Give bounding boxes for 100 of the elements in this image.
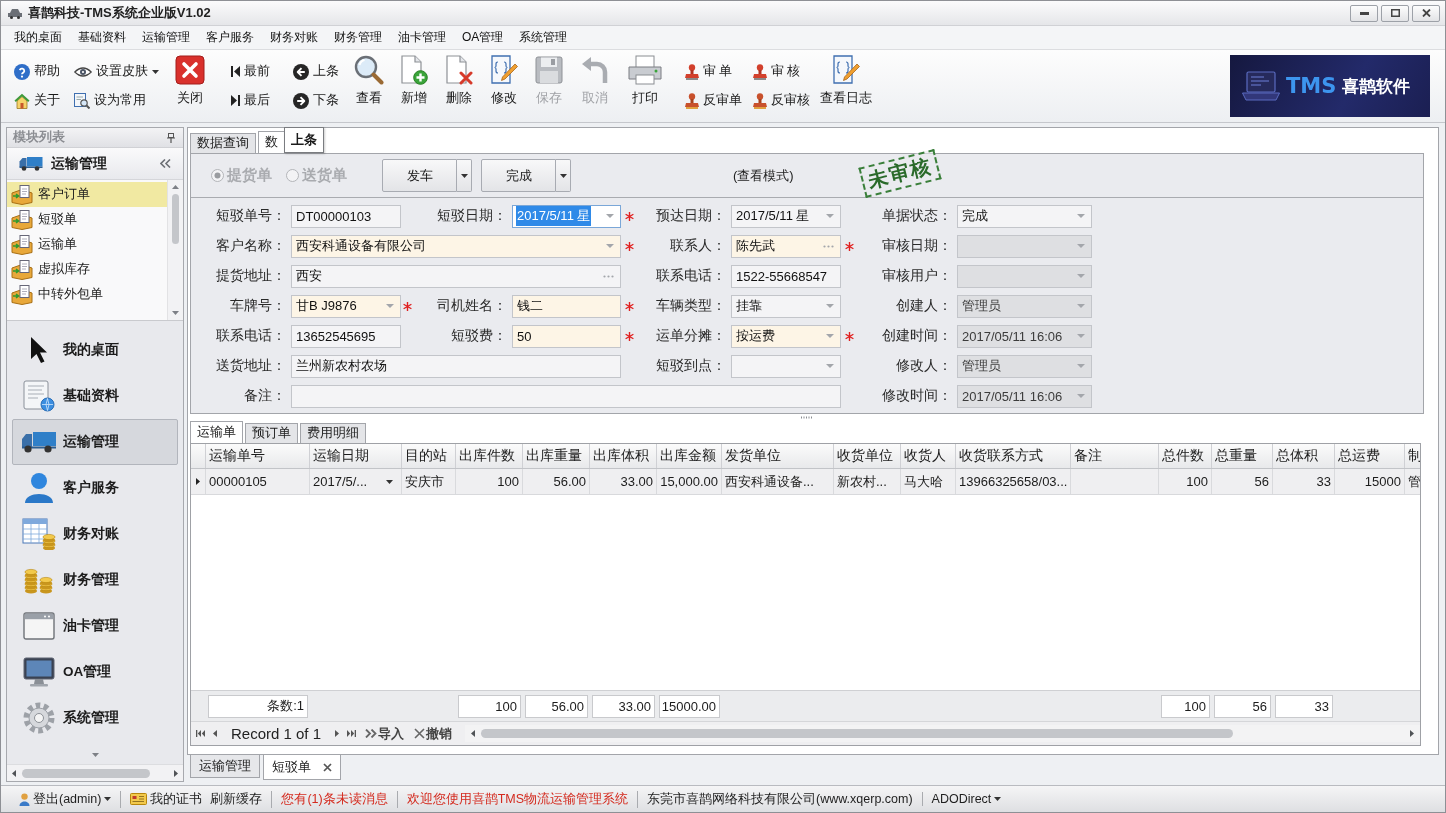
scrollbar-thumb[interactable] bbox=[22, 768, 150, 778]
toolbar-button[interactable]: 帮助 bbox=[13, 58, 61, 85]
horizontal-scrollbar[interactable] bbox=[465, 725, 1420, 742]
tab[interactable]: 运输管理 bbox=[190, 755, 260, 778]
column-header[interactable]: 总体积 bbox=[1273, 444, 1335, 468]
nav-item[interactable]: 油卡管理 bbox=[12, 603, 178, 649]
column-header[interactable]: 目的站 bbox=[402, 444, 456, 468]
column-header[interactable]: 运输日期 bbox=[310, 444, 402, 468]
menu-item[interactable]: 基础资料 bbox=[70, 26, 134, 49]
navigator-button[interactable]: 撤销 bbox=[413, 724, 454, 743]
menu-item[interactable]: 我的桌面 bbox=[6, 26, 70, 49]
dropdown-button[interactable] bbox=[556, 159, 571, 192]
first-record-icon[interactable] bbox=[196, 730, 205, 737]
toolbar-button[interactable]: 查看 bbox=[352, 54, 385, 109]
menu-item[interactable]: OA管理 bbox=[454, 26, 512, 49]
lookup-field[interactable]: 陈先武 bbox=[731, 234, 841, 258]
maximize-button[interactable] bbox=[1381, 4, 1409, 22]
minimize-button[interactable] bbox=[1350, 4, 1378, 22]
splitter-grip-icon[interactable] bbox=[800, 416, 814, 419]
tab[interactable]: 预订单 bbox=[245, 423, 298, 443]
text-field[interactable]: 兰州新农村农场 bbox=[291, 354, 621, 378]
dropdown-field[interactable]: 西安科通设备有限公司 bbox=[291, 234, 621, 258]
horizontal-scrollbar[interactable] bbox=[7, 764, 183, 781]
toolbar-button[interactable]: 关于 bbox=[13, 87, 61, 114]
text-field[interactable]: 50 bbox=[512, 324, 621, 348]
close-button[interactable] bbox=[1412, 4, 1440, 22]
toolbar-button[interactable]: 设置皮肤 bbox=[73, 58, 160, 85]
dropdown-field[interactable] bbox=[731, 354, 841, 378]
previous-record-icon[interactable] bbox=[213, 730, 217, 737]
text-field[interactable]: 13652545695 bbox=[291, 324, 401, 348]
lookup-field[interactable]: 西安 bbox=[291, 264, 621, 288]
dropdown-field[interactable]: 挂靠 bbox=[731, 294, 841, 318]
column-header[interactable]: 收货联系方式 bbox=[956, 444, 1071, 468]
menu-item[interactable]: 财务对账 bbox=[262, 26, 326, 49]
module-list-item[interactable]: 运输单 bbox=[7, 232, 167, 257]
column-header[interactable]: 收货单位 bbox=[834, 444, 901, 468]
column-header[interactable]: 总运费 bbox=[1335, 444, 1405, 468]
dropdown-field[interactable]: 完成 bbox=[957, 204, 1092, 228]
certificate-button[interactable]: 我的证书 bbox=[130, 790, 203, 808]
date-editor[interactable]: 2017/5/... bbox=[310, 469, 402, 494]
text-field[interactable]: DT00000103 bbox=[291, 204, 401, 228]
close-icon[interactable] bbox=[323, 762, 332, 772]
column-header[interactable]: 收货人 bbox=[901, 444, 956, 468]
menu-item[interactable]: 客户服务 bbox=[198, 26, 262, 49]
nav-item[interactable]: 财务对账 bbox=[12, 511, 178, 557]
nav-item[interactable]: OA管理 bbox=[12, 649, 178, 695]
column-header[interactable]: 备注 bbox=[1071, 444, 1159, 468]
dropdown-field[interactable]: 按运费 bbox=[731, 324, 841, 348]
nav-item[interactable]: 客户服务 bbox=[12, 465, 178, 511]
toolbar-button[interactable]: 反审核 bbox=[752, 87, 811, 114]
column-header[interactable]: 出库金额 bbox=[657, 444, 722, 468]
toolbar-button[interactable]: 查看日志 bbox=[819, 54, 873, 109]
scrollbar-thumb[interactable] bbox=[481, 729, 1234, 738]
next-record-icon[interactable] bbox=[335, 730, 340, 737]
tab[interactable]: 数 bbox=[258, 131, 285, 153]
dropdown-field[interactable]: 2017/5/11 星 bbox=[731, 204, 841, 228]
text-field[interactable]: 钱二 bbox=[512, 294, 621, 318]
collapse-icon[interactable] bbox=[160, 159, 171, 168]
nav-item[interactable]: 我的桌面 bbox=[12, 327, 178, 373]
connection-menu[interactable]: ADODirect bbox=[931, 792, 1002, 806]
nav-item[interactable]: 系统管理 bbox=[12, 695, 178, 741]
tab[interactable]: 短驳单 bbox=[263, 755, 341, 780]
toolbar-button[interactable]: 审 单 bbox=[684, 58, 734, 85]
notification-link[interactable]: 您有(1)条未读消息 bbox=[281, 790, 388, 808]
menu-item[interactable]: 财务管理 bbox=[326, 26, 390, 49]
column-header[interactable]: 发货单位 bbox=[722, 444, 834, 468]
navigator-button[interactable]: 导入 bbox=[364, 724, 406, 743]
toolbar-button[interactable]: 最后 bbox=[230, 87, 271, 114]
action-button[interactable]: 发车 bbox=[382, 159, 457, 192]
toolbar-button[interactable]: 打印 bbox=[627, 54, 663, 109]
menu-item[interactable]: 系统管理 bbox=[511, 26, 576, 49]
text-field[interactable]: 1522-55668547 bbox=[731, 264, 841, 288]
toolbar-button[interactable]: 反审单 bbox=[684, 87, 743, 114]
tab[interactable]: 费用明细 bbox=[300, 423, 366, 443]
toolbar-button[interactable]: 设为常用 bbox=[73, 87, 147, 114]
toolbar-button[interactable]: 审 核 bbox=[752, 58, 802, 85]
module-list-item[interactable]: 中转外包单 bbox=[7, 282, 167, 307]
toolbar-button[interactable]: 上条 bbox=[292, 58, 340, 85]
toolbar-button[interactable]: 修改 bbox=[488, 54, 519, 109]
toolbar-button[interactable]: 最前 bbox=[230, 58, 271, 85]
user-menu[interactable]: 登出(admin) bbox=[19, 790, 112, 808]
module-list-item[interactable]: 虚拟库存 bbox=[7, 257, 167, 282]
tab[interactable]: 运输单 bbox=[190, 421, 243, 443]
column-header[interactable]: 总件数 bbox=[1159, 444, 1212, 468]
text-field[interactable] bbox=[291, 384, 841, 408]
nav-item[interactable]: 财务管理 bbox=[12, 557, 178, 603]
last-record-icon[interactable] bbox=[347, 730, 357, 737]
nav-item[interactable]: 运输管理 bbox=[12, 419, 178, 465]
nav-item[interactable]: 基础资料 bbox=[12, 373, 178, 419]
vertical-scrollbar[interactable] bbox=[167, 180, 183, 320]
menu-item[interactable]: 运输管理 bbox=[134, 26, 198, 49]
menu-item[interactable]: 油卡管理 bbox=[390, 26, 454, 49]
dropdown-field[interactable]: 2017/5/11 星 bbox=[512, 204, 621, 228]
grid-row[interactable]: 00000105 2017/5/... 安庆市 100 56.00 33.00 15,000.00 西安科通设备... 新农村... 马大哈 13966325658/03... 100 56 33 15000 管 bbox=[191, 469, 1420, 495]
pin-icon[interactable] bbox=[167, 132, 175, 143]
tab[interactable]: 数据查询 bbox=[190, 133, 256, 153]
dropdown-field[interactable]: 甘B J9876 bbox=[291, 294, 401, 318]
scrollbar-thumb[interactable] bbox=[172, 194, 179, 244]
toolbar-button[interactable]: 新增 bbox=[399, 54, 429, 109]
toolbar-button[interactable]: 关闭 bbox=[174, 54, 206, 109]
